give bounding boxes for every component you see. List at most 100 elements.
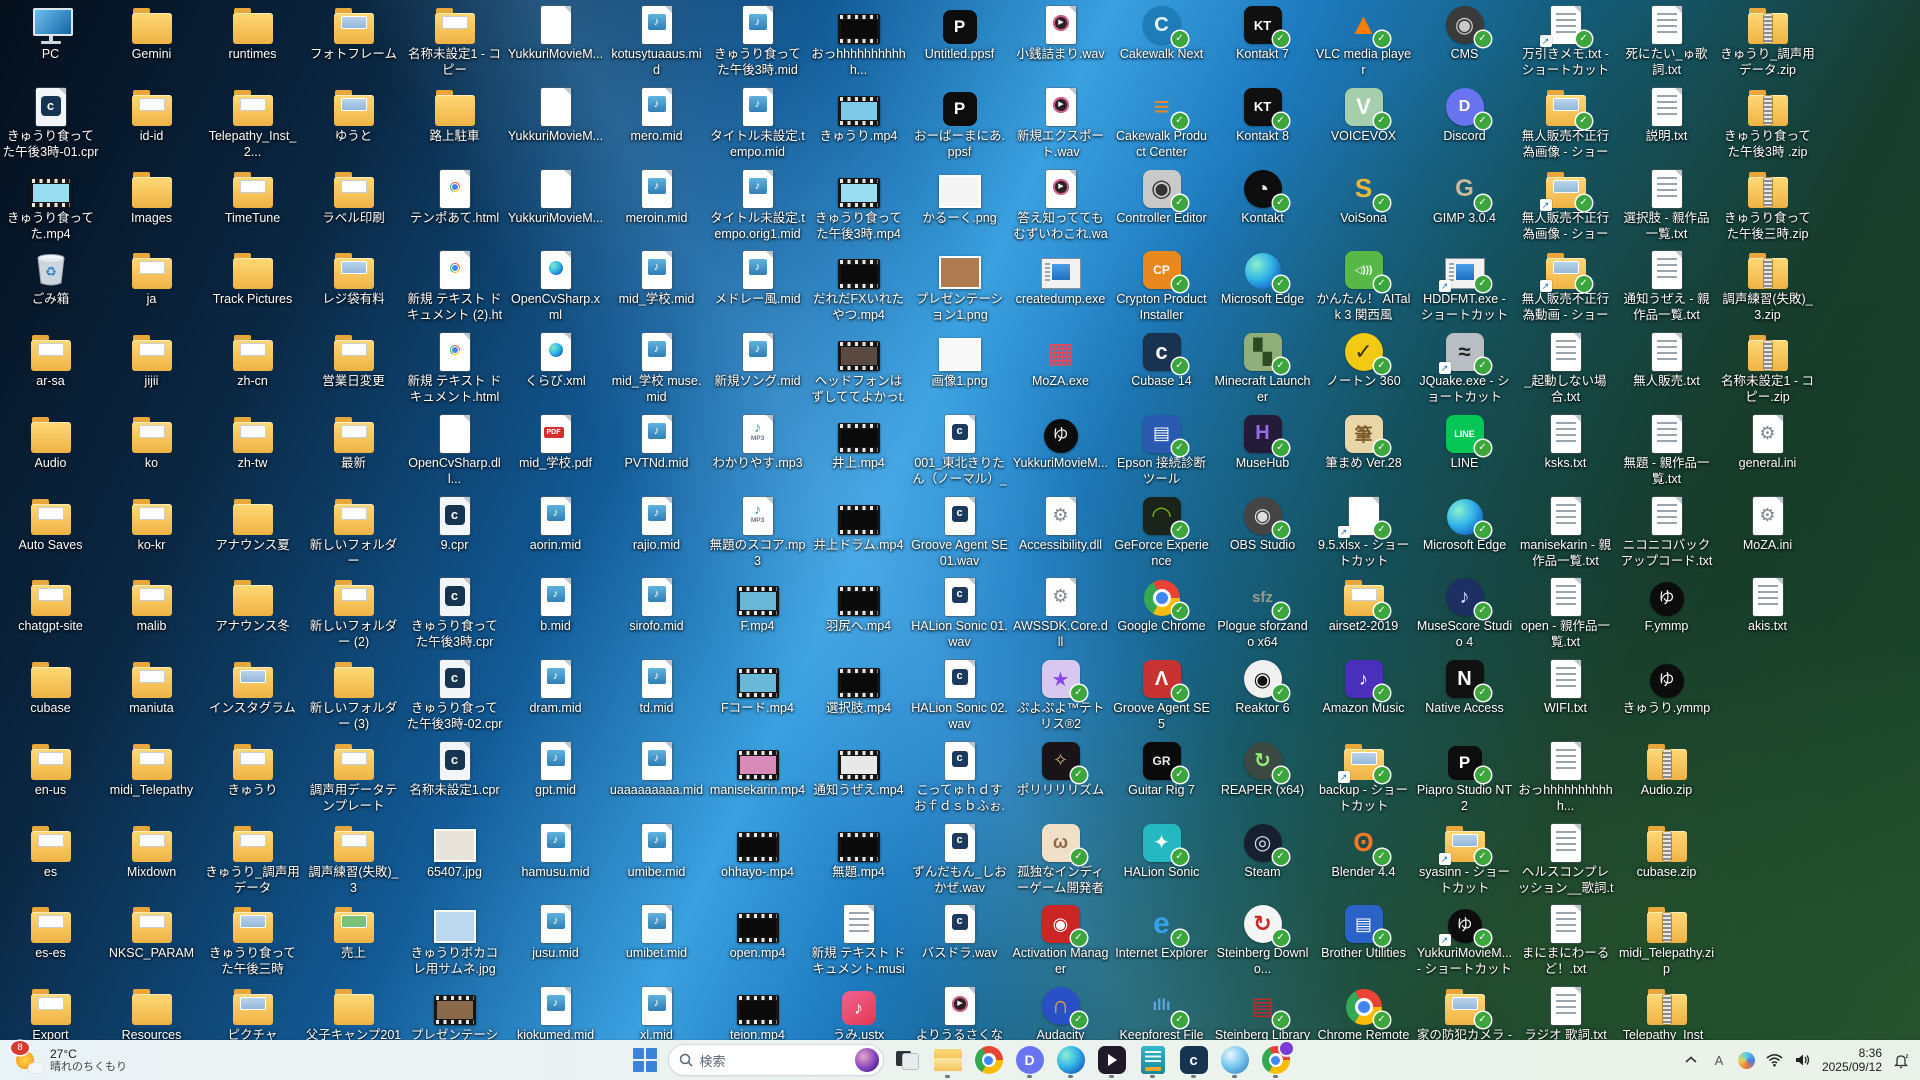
desktop-icon[interactable]: きゅうりボカコレ用サムネ.jpg [404, 899, 505, 981]
desktop-icon[interactable]: ✓↗9.5.xlsx - ショートカット [1313, 491, 1414, 573]
desktop-icon[interactable]: Fコード.mp4 [707, 654, 808, 736]
desktop-icon[interactable]: きゅうり食ってた午後三時 [202, 899, 303, 981]
desktop-icon[interactable]: F.mp4 [707, 572, 808, 654]
desktop-icon[interactable]: 調声練習(失敗)_3 [303, 818, 404, 900]
desktop-icon[interactable]: cきゅうり食ってた午後3時-01.cpr [0, 82, 101, 164]
desktop-icon[interactable]: ▤✓Brother Utilities [1313, 899, 1414, 981]
desktop-icon[interactable]: LINE✓LINE [1414, 409, 1515, 491]
desktop-icon[interactable]: ♪dram.mid [505, 654, 606, 736]
desktop-icon[interactable]: manisekarin - 親作品一覧.txt [1515, 491, 1616, 573]
desktop-icon[interactable]: NKSC_PARAM [101, 899, 202, 981]
taskbar-media-player-icon[interactable] [1095, 1043, 1129, 1077]
desktop-icon[interactable]: ⚙Accessibility.dll [1010, 491, 1111, 573]
desktop-icon[interactable]: ar-sa [0, 327, 101, 409]
desktop-icon[interactable]: ♻ごみ箱 [0, 245, 101, 327]
desktop-icon[interactable]: ニコニコバックアップコード.txt [1616, 491, 1717, 573]
desktop-icon[interactable]: 選択肢.mp4 [808, 654, 909, 736]
desktop-icon[interactable]: 通知うぜえ.mp4 [808, 736, 909, 818]
desktop-icon[interactable]: 無題 - 親作品一覧.txt [1616, 409, 1717, 491]
desktop-icon[interactable]: 調声練習(失敗)_3.zip [1717, 245, 1818, 327]
copilot-icon[interactable] [1738, 1051, 1756, 1069]
desktop-icon[interactable]: midi_Telepathy [101, 736, 202, 818]
desktop-icon[interactable]: cこってゅｈｄすおｆｄｓｂふぉ.wav [909, 736, 1010, 818]
desktop-icon[interactable]: フォトフレーム [303, 0, 404, 82]
desktop-icon[interactable]: ✓Google Chrome [1111, 572, 1212, 654]
desktop-icon[interactable]: cubase [0, 654, 101, 736]
desktop-icon[interactable]: es-es [0, 899, 101, 981]
desktop-icon[interactable]: en-us [0, 736, 101, 818]
desktop-icon[interactable]: ♪sirofo.mid [606, 572, 707, 654]
desktop-icon[interactable]: PUntitled.ppsf [909, 0, 1010, 82]
desktop-icon[interactable]: open.mp4 [707, 899, 808, 981]
desktop-icon[interactable]: 死にたい_ゅ歌詞.txt [1616, 0, 1717, 82]
desktop-icon[interactable]: akis.txt [1717, 572, 1818, 654]
desktop-icon[interactable]: ♪kotusytuaaus.mid [606, 0, 707, 82]
desktop-icon[interactable]: zh-tw [202, 409, 303, 491]
desktop-icon[interactable]: PDFmid_学校.pdf [505, 409, 606, 491]
desktop-icon[interactable]: ♪メドレー風.mid [707, 245, 808, 327]
desktop-icon[interactable]: 売上 [303, 899, 404, 981]
desktop-icon[interactable]: かるーく.png [909, 164, 1010, 246]
taskbar-chrome-icon[interactable] [972, 1043, 1006, 1077]
desktop-icon[interactable]: 無人販売.txt [1616, 327, 1717, 409]
desktop-icon[interactable]: ↻✓REAPER (x64) [1212, 736, 1313, 818]
desktop-icon[interactable]: ♪MP3無題のスコア.mp3 [707, 491, 808, 573]
desktop-icon[interactable]: 調声用データテンプレート [303, 736, 404, 818]
desktop-icon[interactable]: 井上ドラム.mp4 [808, 491, 909, 573]
desktop-icon[interactable]: ✓Microsoft Edge [1212, 245, 1313, 327]
desktop-icon[interactable]: ⚙AWSSDK.Core.dll [1010, 572, 1111, 654]
desktop-icon[interactable]: テンポあて.html [404, 164, 505, 246]
desktop-icon[interactable]: ◠✓GeForce Experience [1111, 491, 1212, 573]
desktop-icon[interactable]: ▚✓Minecraft Launcher [1212, 327, 1313, 409]
desktop-icon[interactable]: _起動しない場合.txt [1515, 327, 1616, 409]
desktop-icon[interactable]: アナウンス夏 [202, 491, 303, 573]
taskbar-discord-icon[interactable]: D [1013, 1043, 1047, 1077]
desktop-icon[interactable]: ω✓孤独なインディーゲーム開発者の一生 ... [1010, 818, 1111, 900]
desktop-icon[interactable]: ヘッドフォンはずしててよかっt.mp4 [808, 327, 909, 409]
desktop-icon[interactable]: runtimes [202, 0, 303, 82]
desktop-icon[interactable]: ◔✓Kontakt [1212, 164, 1313, 246]
desktop-icon[interactable]: G✓GIMP 3.0.4 [1414, 164, 1515, 246]
taskbar-cubase-icon[interactable]: c [1177, 1043, 1211, 1077]
desktop-icon[interactable]: KT✓Kontakt 7 [1212, 0, 1313, 82]
desktop-icon[interactable]: jijii [101, 327, 202, 409]
desktop-icon[interactable]: まにまにわーるど！.txt [1515, 899, 1616, 981]
desktop-icon[interactable]: きゅうり食ってた午後3時.mp4 [808, 164, 909, 246]
desktop-icon[interactable]: manisekarin.mp4 [707, 736, 808, 818]
desktop-icon[interactable]: 羽尻へ.mp4 [808, 572, 909, 654]
desktop-icon[interactable]: maniuta [101, 654, 202, 736]
desktop-icon[interactable]: ♪hamusu.mid [505, 818, 606, 900]
desktop-icon[interactable]: ♪mid_学校 muse.mid [606, 327, 707, 409]
desktop-icon[interactable]: ★✓ぷよぷよ™テトリス®2 [1010, 654, 1111, 736]
desktop-icon[interactable]: ≈✓↗JQuake.exe - ショートカット [1414, 327, 1515, 409]
desktop-icon[interactable]: きゅうり食ってた午後三時.zip [1717, 164, 1818, 246]
desktop-icon[interactable]: ◉✓CMS [1414, 0, 1515, 82]
desktop-icon[interactable]: ✓↗HDDFMT.exe - ショートカット [1414, 245, 1515, 327]
desktop-icon[interactable]: ◉✓OBS Studio [1212, 491, 1313, 573]
desktop-icon[interactable]: YukkuriMovieM... [505, 0, 606, 82]
taskbar-start-button[interactable] [628, 1043, 662, 1077]
ime-indicator[interactable]: A [1710, 1051, 1728, 1069]
desktop-icon[interactable]: ♪rajio.mid [606, 491, 707, 573]
desktop-icon[interactable]: id-id [101, 82, 202, 164]
desktop-icon[interactable]: PC [0, 0, 101, 82]
desktop-icon[interactable]: N✓Native Access [1414, 654, 1515, 736]
desktop-icon[interactable]: YukkuriMovieM... [505, 164, 606, 246]
desktop-icon[interactable]: ◁)))✓かんたん！ AITalk 3 関西風 [1313, 245, 1414, 327]
desktop-icon[interactable]: ja [101, 245, 202, 327]
taskbar-notepad-icon[interactable] [1136, 1043, 1170, 1077]
desktop-icon[interactable]: P✓Piapro Studio NT2 [1414, 736, 1515, 818]
desktop-icon[interactable]: V✓VOICEVOX [1313, 82, 1414, 164]
desktop-icon[interactable]: malib [101, 572, 202, 654]
desktop-icon[interactable]: Λ✓Groove Agent SE 5 [1111, 654, 1212, 736]
desktop-icon[interactable]: c001_東北きりたん（ノーマル）_今じゃ... [909, 409, 1010, 491]
desktop-icon[interactable]: きゅうり食ってた.mp4 [0, 164, 101, 246]
desktop-icon[interactable]: ゆF.ymmp [1616, 572, 1717, 654]
desktop-icon[interactable]: ʘ✓Blender 4.4 [1313, 818, 1414, 900]
desktop-icon[interactable]: 営業日変更 [303, 327, 404, 409]
desktop-icon[interactable]: ♪✓MuseScore Studio 4 [1414, 572, 1515, 654]
desktop-icon[interactable]: ♪MP3わかりやす.mp3 [707, 409, 808, 491]
desktop-icon[interactable]: cきゅうり食ってた午後3時.cpr [404, 572, 505, 654]
desktop-icon[interactable]: ゆYukkuriMovieM... [1010, 409, 1111, 491]
desktop-icon[interactable]: おっhhhhhhhhhhh... [1515, 736, 1616, 818]
